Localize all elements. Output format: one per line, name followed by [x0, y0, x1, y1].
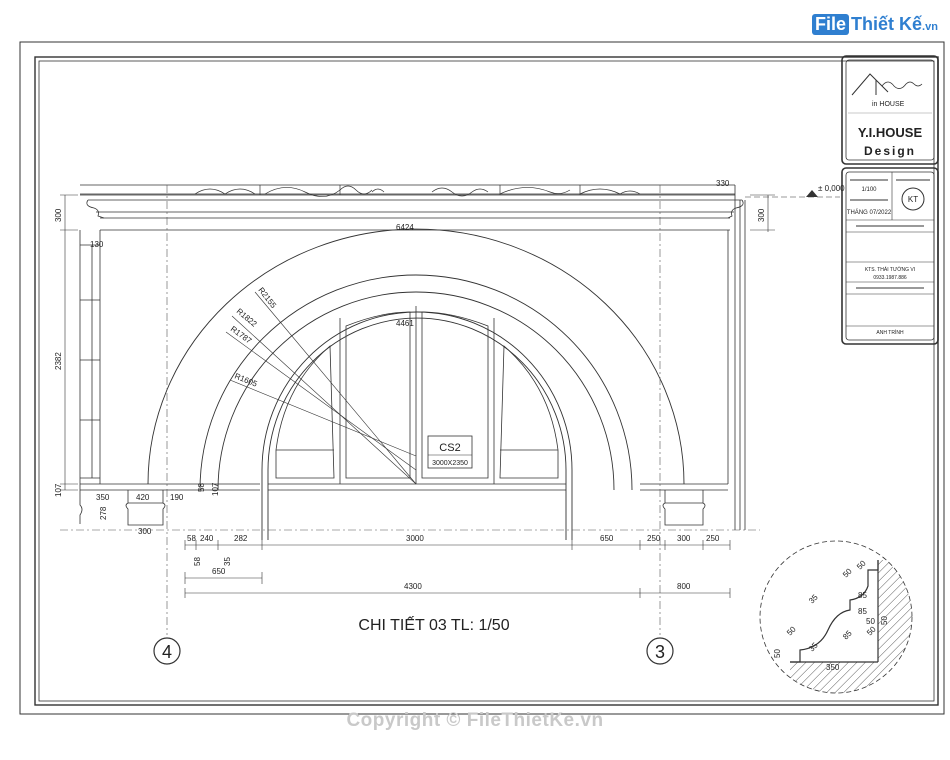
dim-height: 2382	[54, 352, 63, 370]
dim-row1-4: 650	[600, 534, 614, 543]
dim-row3-a: 4300	[404, 582, 422, 591]
brand-sub: Design	[864, 144, 916, 158]
dim-190: 190	[170, 493, 184, 502]
sheet-border-outer	[19, 41, 945, 715]
stamp-text: KT	[908, 195, 918, 204]
profile-dim-6: 85	[841, 628, 854, 641]
profile-dim-4: 85	[858, 591, 867, 600]
info-box	[841, 167, 939, 345]
cad-drawing: in HOUSE Y.I.HOUSE Design 1/100 THÁNG 07…	[19, 41, 945, 715]
profile-dim-3: 50	[785, 624, 798, 637]
wall-outline	[79, 185, 746, 530]
dim-420: 420	[136, 493, 150, 502]
scale-value: 1/100	[861, 187, 877, 193]
title-block: in HOUSE Y.I.HOUSE Design 1/100 THÁNG 07…	[841, 55, 939, 345]
arch-dim-outer: 6424	[396, 223, 414, 232]
owner-phone: 0933.1987.886	[873, 275, 907, 281]
drawing-title: CHI TIẾT 03 TL: 1/50	[358, 615, 509, 634]
dim-row1-0: 58	[187, 534, 196, 543]
window-cs2	[268, 306, 566, 491]
owner-name: KTS. THÁI TƯỜNG VI	[865, 266, 915, 273]
logo-text: in HOUSE	[872, 101, 905, 108]
signature-icon	[881, 81, 923, 89]
window-code: CS2	[439, 442, 460, 454]
dim-row2-c: 35	[223, 557, 232, 566]
date-value: THÁNG 07/2022	[847, 209, 892, 216]
dim-row1-3: 3000	[406, 534, 424, 543]
dim-small2: 107	[211, 482, 220, 496]
dim-cornice-right: 300	[757, 208, 766, 222]
dim-350: 350	[96, 493, 110, 502]
profile-dim-1: 50	[855, 558, 868, 571]
house-logo-icon	[851, 73, 889, 96]
sheet-border-inner2	[38, 60, 935, 702]
profile-dim-9: 50	[880, 616, 889, 625]
dim-row1-6: 300	[677, 534, 691, 543]
profile-detail: 50 50 35 50 85 85 85 350 50 50 35 50 50	[759, 540, 913, 694]
dim-row1-5: 250	[647, 534, 661, 543]
radius-r1787: R1787	[229, 324, 254, 345]
arch-opening	[261, 311, 573, 540]
dim-row2-a: 650	[212, 567, 226, 576]
brand-name: Y.I.HOUSE	[858, 125, 923, 140]
profile-dim-0: 50	[841, 566, 854, 579]
axis-label-3: 3	[655, 642, 665, 662]
dim-row1-2: 282	[234, 534, 248, 543]
dim-row2-b: 58	[193, 557, 202, 566]
profile-dim-8: 50	[773, 649, 782, 658]
dim-row1-7: 250	[706, 534, 720, 543]
dims-row3	[184, 588, 731, 598]
window-size: 3000X2350	[432, 460, 468, 467]
dim-cornice: 300	[54, 208, 63, 222]
watermark: Copyright © FileThietKe.vn	[346, 710, 604, 731]
dim-row1-1: 240	[200, 534, 214, 543]
profile-dim-2: 35	[807, 592, 820, 605]
dim-cap: 278	[99, 506, 108, 520]
radius-r1822: R1822	[235, 307, 259, 329]
signer-name: ANH TRÌNH	[876, 329, 904, 336]
level-value: ± 0,000	[818, 184, 845, 193]
arch-dim-inner: 4461	[396, 319, 414, 328]
dim-row3-b: 800	[677, 582, 691, 591]
dim-small1: 58	[197, 483, 206, 492]
dims-vertical-left	[60, 194, 78, 491]
profile-dim-12: 50	[865, 624, 878, 637]
dim-300: 300	[138, 527, 152, 536]
dim-top-right: 330	[716, 179, 730, 188]
profile-dim-5: 85	[858, 607, 867, 616]
profile-dim-10: 35	[807, 640, 820, 653]
dim-left-offset: 130	[90, 240, 104, 249]
dim-base: 107	[54, 483, 63, 497]
axis-label-4: 4	[162, 642, 172, 662]
profile-dim-7: 350	[826, 663, 840, 672]
